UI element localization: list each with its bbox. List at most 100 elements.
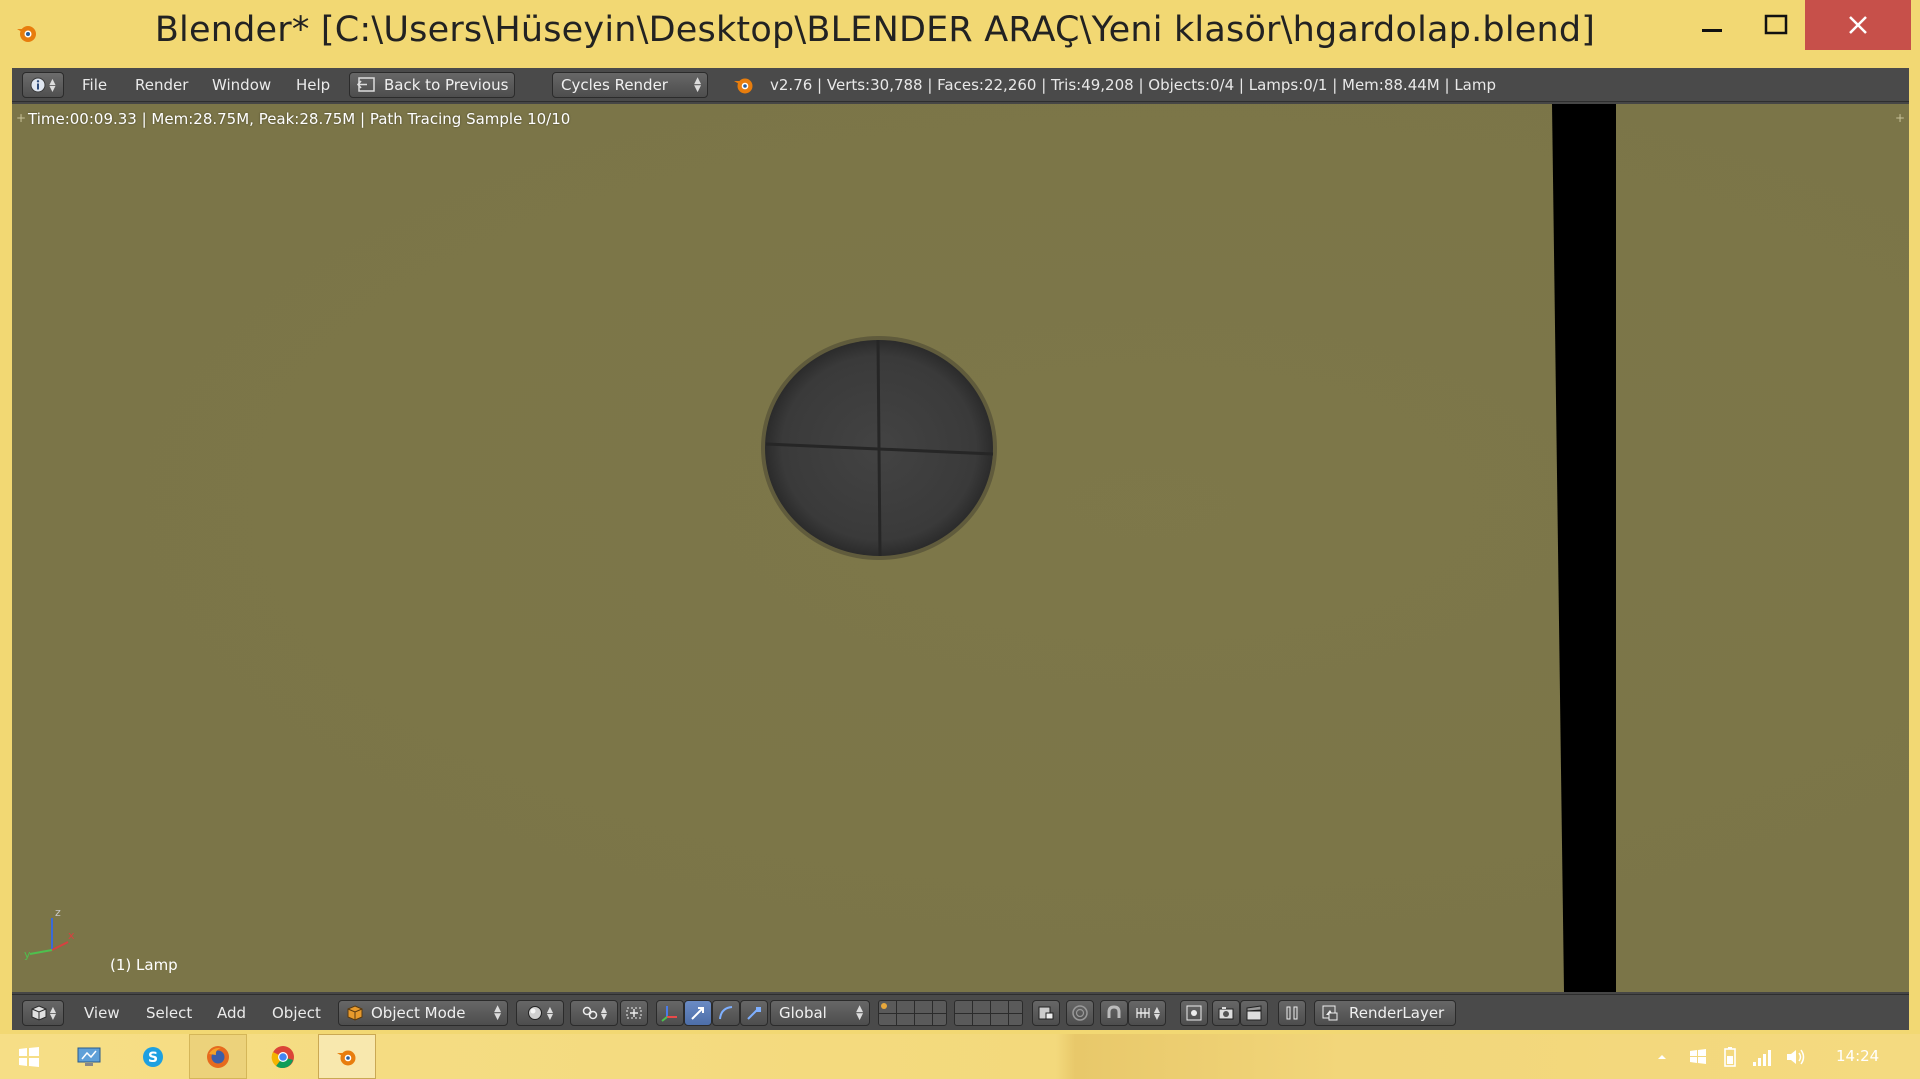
firefox-icon [207, 1045, 229, 1068]
chevron-updown-icon: ▲ ▼ [546, 1005, 554, 1021]
lock-layers-icon [1038, 1006, 1054, 1020]
windows-start-icon [19, 1046, 39, 1067]
chevron-updown-icon: ▲ ▼ [49, 1005, 57, 1021]
pivot-center-toggle[interactable] [620, 1000, 648, 1026]
taskbar-skype[interactable]: S [124, 1034, 182, 1079]
chevron-updown-icon: ▲ ▼ [1153, 1005, 1161, 1021]
active-object-label: (1) Lamp [110, 956, 178, 974]
tray-volume[interactable] [1782, 1034, 1810, 1079]
close-button[interactable] [1805, 0, 1911, 50]
translate-manipulator-button[interactable] [684, 1000, 712, 1026]
manipulator-toggle[interactable] [656, 1000, 684, 1026]
3d-view-header: ▲ ▼ View Select Add Object Object Mode ▲ ▼… [12, 994, 1909, 1030]
opengl-render-animation-button[interactable] [1240, 1000, 1268, 1026]
close-icon [1849, 16, 1867, 34]
snap-target-button[interactable] [1180, 1000, 1208, 1026]
signal-bars-icon [1753, 1049, 1771, 1066]
menu-view[interactable]: View [84, 995, 120, 1031]
chevron-updown-icon: ▲ ▼ [494, 1004, 501, 1022]
viewport-shading-dropdown[interactable]: ▲ ▼ [516, 1000, 564, 1026]
snap-element-dropdown[interactable]: ▲ ▼ [1128, 1000, 1166, 1026]
tray-network[interactable] [1748, 1034, 1776, 1079]
clapperboard-icon [1246, 1005, 1262, 1021]
taskbar-firefox[interactable] [189, 1034, 247, 1079]
render-engine-label: Cycles Render [561, 76, 668, 94]
minimize-button[interactable] [1680, 0, 1744, 50]
axis-z-label: z [55, 906, 61, 919]
area-split-icon[interactable]: + [15, 112, 27, 124]
pause-render-button[interactable] [1278, 1000, 1306, 1026]
axis-x-label: x [68, 929, 74, 942]
window-title: Blender* [C:\Users\Hüseyin\Desktop\BLEND… [154, 10, 1596, 50]
axis-y-label: y [24, 948, 31, 961]
snap-target-icon [1186, 1005, 1202, 1021]
minimize-icon [1702, 29, 1722, 32]
tray-power[interactable] [1716, 1034, 1744, 1079]
3d-viewport[interactable]: Time:00:09.33 | Mem:28.75M, Peak:28.75M … [12, 104, 1909, 992]
menu-object[interactable]: Object [272, 995, 321, 1031]
start-button[interactable] [0, 1034, 58, 1079]
editor-type-button[interactable]: ▲ ▼ [22, 72, 64, 98]
scale-arrow-icon [747, 1007, 761, 1020]
opengl-render-button[interactable] [1212, 1000, 1240, 1026]
object-mode-icon [347, 1005, 363, 1021]
chrome-icon [271, 1045, 294, 1068]
clock-time[interactable]: 14:24 [1836, 1034, 1879, 1079]
blender-logo-icon [734, 78, 753, 94]
lock-layers-button[interactable] [1032, 1000, 1060, 1026]
area-split-icon[interactable]: + [1894, 112, 1906, 124]
blender-window: ▲ ▼ File Render Window Help Back to Previ… [12, 68, 1909, 1030]
render-layer-label: RenderLayer [1349, 1004, 1445, 1022]
render-layer-icon [1322, 1005, 1338, 1021]
scale-manipulator-button[interactable] [740, 1000, 768, 1026]
rotate-arc-icon [719, 1006, 733, 1020]
snap-increment-icon [1136, 1008, 1150, 1018]
axis-gizmo: z x y [24, 906, 74, 961]
pivot-point-dropdown[interactable]: ▲ ▼ [570, 1000, 618, 1026]
maximize-button[interactable] [1744, 0, 1808, 50]
menu-add[interactable]: Add [217, 995, 246, 1031]
render-info: Time:00:09.33 | Mem:28.75M, Peak:28.75M … [28, 110, 571, 128]
transform-orientation-dropdown[interactable]: Global ▲ ▼ [770, 1000, 870, 1026]
maximize-icon [1764, 14, 1788, 35]
chevron-up-icon [1658, 1054, 1666, 1059]
translate-arrow-icon [691, 1007, 704, 1020]
editor-type-button[interactable]: ▲ ▼ [22, 1000, 64, 1026]
chevron-updown-icon: ▲ ▼ [694, 76, 701, 94]
remote-desktop-icon [77, 1047, 101, 1066]
proportional-editing-button[interactable] [1066, 1000, 1094, 1026]
snap-magnet-icon [1107, 1005, 1121, 1018]
active-layer-dot-icon [881, 1003, 887, 1009]
taskbar-chrome[interactable] [254, 1034, 312, 1079]
render-engine-dropdown[interactable]: Cycles Render ▲ ▼ [552, 72, 708, 98]
snap-toggle-button[interactable] [1100, 1000, 1128, 1026]
scene-layers-grid-2[interactable] [954, 1000, 1023, 1026]
menu-select[interactable]: Select [146, 995, 192, 1031]
render-layer-dropdown[interactable]: RenderLayer [1314, 1000, 1456, 1026]
svg-text:S: S [148, 1050, 158, 1066]
manipulate-center-icon [626, 1007, 642, 1019]
menu-help[interactable]: Help [296, 68, 330, 102]
mode-dropdown[interactable]: Object Mode ▲ ▼ [338, 1000, 508, 1026]
info-header: ▲ ▼ File Render Window Help Back to Previ… [12, 68, 1909, 102]
scene-layers-grid[interactable] [878, 1000, 947, 1026]
flag-icon [1690, 1048, 1706, 1064]
rotate-manipulator-button[interactable] [712, 1000, 740, 1026]
orientation-label: Global [779, 1004, 827, 1022]
3d-view-icon [31, 1005, 47, 1021]
show-hidden-icons-button[interactable] [1652, 1034, 1672, 1079]
taskbar-remote-desktop[interactable] [60, 1034, 118, 1079]
back-icon [356, 77, 375, 92]
speaker-icon [1787, 1049, 1805, 1064]
skype-icon: S [143, 1046, 163, 1067]
menu-render[interactable]: Render [135, 68, 188, 102]
scene-stats: v2.76 | Verts:30,788 | Faces:22,260 | Tr… [770, 76, 1497, 94]
menu-window[interactable]: Window [212, 68, 271, 102]
menu-file[interactable]: File [82, 68, 107, 102]
taskbar-blender[interactable] [318, 1034, 376, 1079]
back-to-previous-button[interactable]: Back to Previous [349, 72, 515, 98]
chevron-updown-icon: ▲ ▼ [49, 77, 56, 93]
manipulator-icon [661, 1006, 677, 1022]
round-hole [761, 336, 997, 560]
tray-action-center[interactable] [1684, 1034, 1712, 1079]
